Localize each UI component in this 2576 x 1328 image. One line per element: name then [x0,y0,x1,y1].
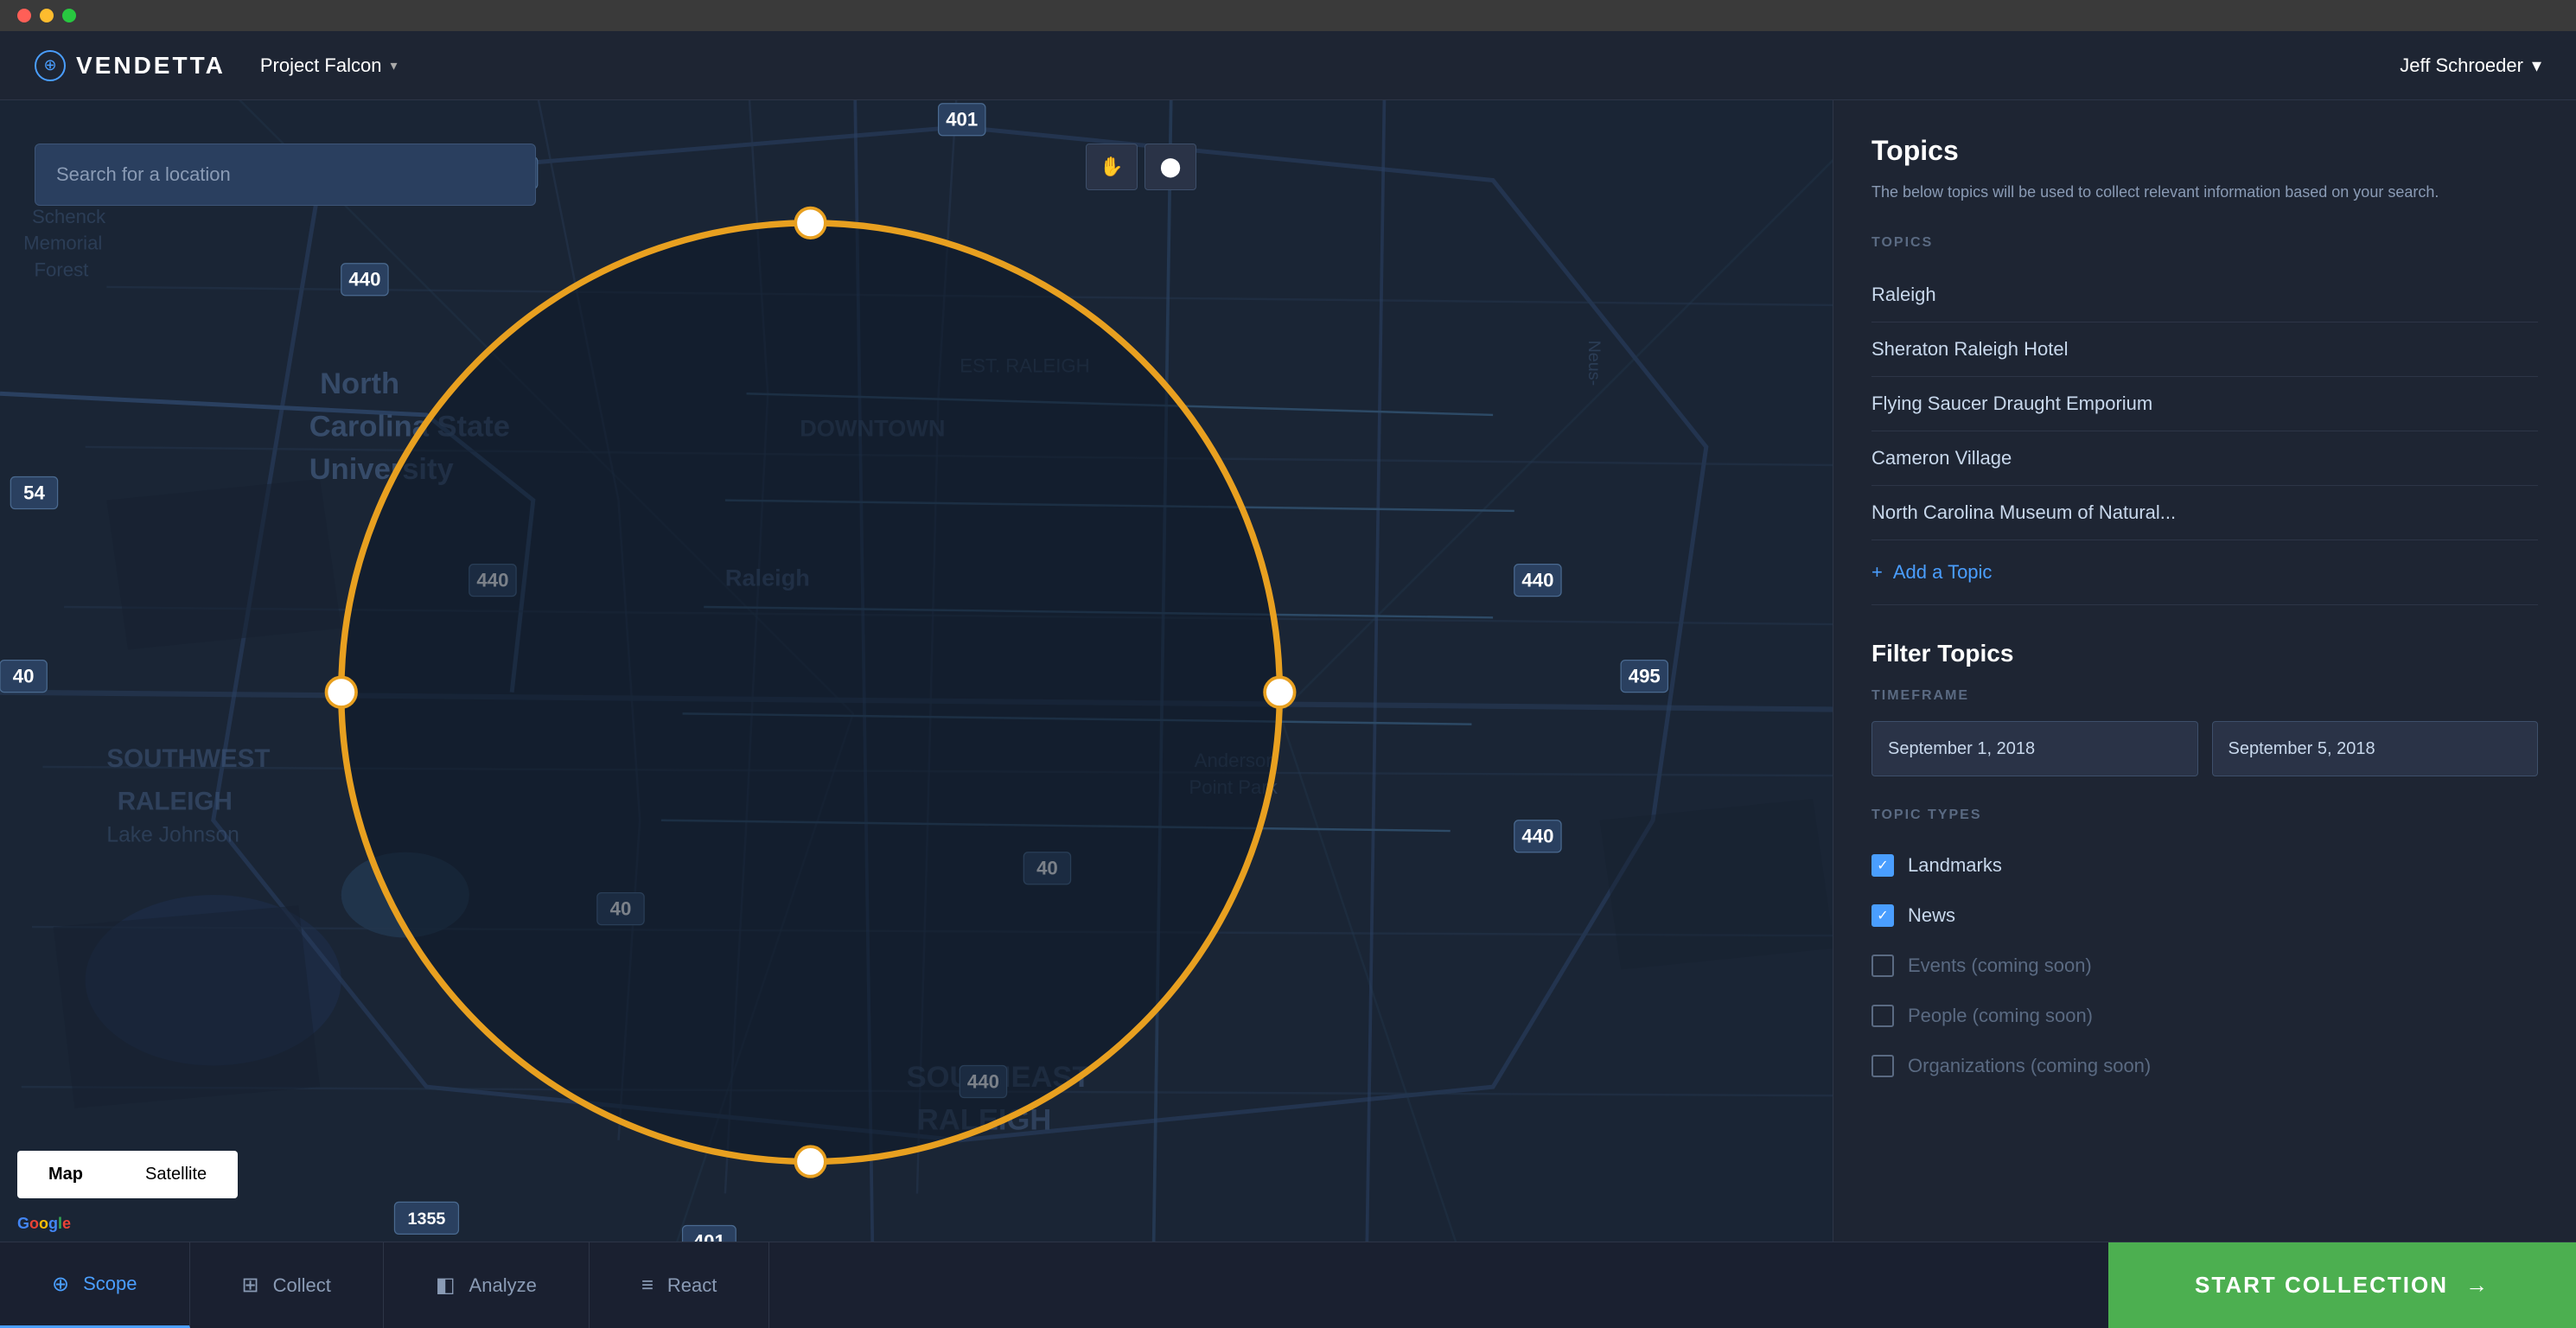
svg-text:440: 440 [1521,826,1553,847]
topic-item-1[interactable]: Sheraton Raleigh Hotel [1871,322,2538,377]
search-input[interactable] [35,144,536,206]
react-icon: ≡ [641,1274,654,1298]
tab-scope[interactable]: ⊕ Scope [0,1242,190,1328]
tab-react-label: React [667,1274,717,1297]
window-controls [17,9,76,22]
topic-type-news[interactable]: ✓ News [1871,891,2538,941]
topic-type-events: Events (coming soon) [1871,941,2538,991]
close-button[interactable] [17,9,31,22]
svg-text:SOUTHWEST: SOUTHWEST [106,744,270,773]
logo-text: VENDETTA [76,52,226,80]
user-name: Jeff Schroeder [2400,54,2523,77]
user-menu[interactable]: Jeff Schroeder ▾ [2400,54,2541,77]
maximize-button[interactable] [62,9,76,22]
svg-text:Forest: Forest [34,259,88,281]
project-name: Project Falcon [260,54,382,77]
app-header: ⊕ VENDETTA Project Falcon ▾ Jeff Schroed… [0,31,2576,100]
start-collection-label: START COLLECTION [2195,1272,2448,1299]
events-label: Events (coming soon) [1908,954,2092,977]
landmarks-checkbox[interactable]: ✓ [1871,854,1894,877]
sidebar: Topics The below topics will be used to … [1833,100,2576,1328]
tab-collect[interactable]: ⊞ Collect [190,1242,384,1328]
map-tools: ✋ ⬤ [1086,144,1196,190]
topic-types-label: TOPIC TYPES [1871,808,2538,823]
people-checkbox[interactable] [1871,1005,1894,1027]
start-collection-button[interactable]: START COLLECTION → [2108,1242,2576,1328]
topic-type-organizations: Organizations (coming soon) [1871,1041,2538,1091]
date-start-input[interactable] [1871,721,2198,776]
filter-topics-title: Filter Topics [1871,640,2538,667]
google-logo: Google [17,1215,71,1233]
organizations-checkbox[interactable] [1871,1055,1894,1077]
collect-icon: ⊞ [242,1273,259,1298]
logo: ⊕ VENDETTA [35,50,226,81]
svg-text:401: 401 [693,1230,725,1242]
scope-icon: ⊕ [52,1272,69,1297]
topic-type-landmarks[interactable]: ✓ Landmarks [1871,840,2538,891]
svg-text:Memorial: Memorial [23,233,102,254]
topics-list: Raleigh Sheraton Raleigh Hotel Flying Sa… [1871,268,2538,540]
topic-item-2[interactable]: Flying Saucer Draught Emporium [1871,377,2538,431]
topic-item-0[interactable]: Raleigh [1871,268,2538,322]
map-type-map-button[interactable]: Map [17,1151,114,1198]
svg-text:440: 440 [348,269,380,290]
sidebar-title: Topics [1871,135,2538,167]
tab-scope-label: Scope [83,1273,137,1295]
topic-item-3[interactable]: Cameron Village [1871,431,2538,486]
svg-text:Schenck: Schenck [32,206,106,227]
map-type-toggle: Map Satellite [17,1151,238,1198]
logo-icon: ⊕ [35,50,66,81]
map-type-satellite-button[interactable]: Satellite [114,1151,238,1198]
topic-item-4[interactable]: North Carolina Museum of Natural... [1871,486,2538,540]
titlebar [0,0,2576,31]
hand-tool-button[interactable]: ✋ [1086,144,1138,190]
landmarks-label: Landmarks [1908,854,2002,877]
svg-text:40: 40 [13,666,35,687]
bottom-bar: ⊕ Scope ⊞ Collect ◧ Analyze ≡ React STAR… [0,1242,2576,1328]
timeframe-label: TIMEFRAME [1871,688,2538,704]
svg-text:495: 495 [1629,666,1661,687]
svg-text:1355: 1355 [408,1210,446,1229]
search-box [35,144,536,206]
add-icon: + [1871,561,1883,584]
analyze-icon: ◧ [436,1273,456,1298]
organizations-label: Organizations (coming soon) [1908,1055,2151,1077]
topics-section-label: TOPICS [1871,235,2538,251]
nav-tabs: ⊕ Scope ⊞ Collect ◧ Analyze ≡ React [0,1242,2108,1328]
user-chevron-icon: ▾ [2532,54,2541,77]
svg-text:RALEIGH: RALEIGH [118,787,233,815]
svg-text:440: 440 [1521,570,1553,591]
news-checkbox[interactable]: ✓ [1871,904,1894,927]
add-topic-button[interactable]: + Add a Topic [1871,540,2538,605]
svg-text:North: North [320,367,399,400]
topic-types-list: ✓ Landmarks ✓ News Events (coming soon) … [1871,840,2538,1091]
chevron-down-icon: ▾ [390,57,397,74]
tab-analyze-label: Analyze [469,1274,537,1297]
svg-text:Neus-: Neus- [1584,341,1604,386]
svg-text:54: 54 [23,482,45,503]
tab-analyze[interactable]: ◧ Analyze [384,1242,590,1328]
project-selector[interactable]: Project Falcon ▾ [260,54,398,77]
timeframe-row [1871,721,2538,776]
circle-tool-button[interactable]: ⬤ [1145,144,1196,190]
news-label: News [1908,904,1955,927]
people-label: People (coming soon) [1908,1005,2093,1027]
svg-text:Lake Johnson: Lake Johnson [106,823,239,846]
tab-collect-label: Collect [273,1274,331,1297]
minimize-button[interactable] [40,9,54,22]
events-checkbox[interactable] [1871,954,1894,977]
start-collection-arrow-icon: → [2465,1272,2490,1299]
sidebar-description: The below topics will be used to collect… [1871,181,2538,204]
tab-react[interactable]: ≡ React [590,1242,770,1328]
date-end-input[interactable] [2212,721,2539,776]
svg-text:401: 401 [946,109,978,131]
topic-type-people: People (coming soon) [1871,991,2538,1041]
